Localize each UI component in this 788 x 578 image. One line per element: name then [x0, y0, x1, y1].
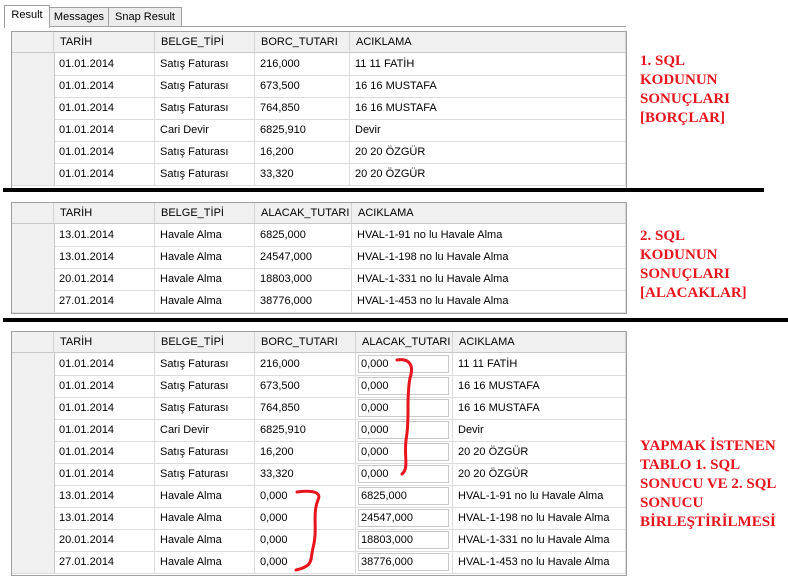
note-line: 1. SQL: [640, 53, 686, 69]
note-line: 2. SQL: [640, 228, 686, 244]
note-line: KODUNUN: [640, 247, 718, 263]
note-line: KODUNUN: [640, 72, 718, 88]
tab-result[interactable]: Result: [4, 5, 50, 28]
note-line: [ALACAKLAR]: [640, 285, 747, 301]
note-desired-table: YAPMAK İSTENEN TABLO 1. SQL SONUCU VE 2.…: [640, 437, 776, 532]
note-line: YAPMAK İSTENEN: [640, 438, 776, 454]
note-line: SONUÇLARI: [640, 266, 731, 282]
note-line: TABLO 1. SQL: [640, 457, 741, 473]
note-first-sql: 1. SQL KODUNUN SONUÇLARI [BORÇLAR]: [640, 52, 730, 128]
note-line: SONUÇLARI: [640, 91, 731, 107]
note-second-sql: 2. SQL KODUNUN SONUÇLARI [ALACAKLAR]: [640, 227, 747, 303]
note-line: [BORÇLAR]: [640, 110, 725, 126]
note-line: BİRLEŞTİRİLMESİ: [640, 514, 776, 530]
note-line: SONUCU: [640, 495, 704, 511]
brace-borc-column: [294, 489, 321, 572]
brace-alacak-column: [395, 358, 413, 476]
note-line: SONUCU VE 2. SQL: [640, 476, 777, 492]
